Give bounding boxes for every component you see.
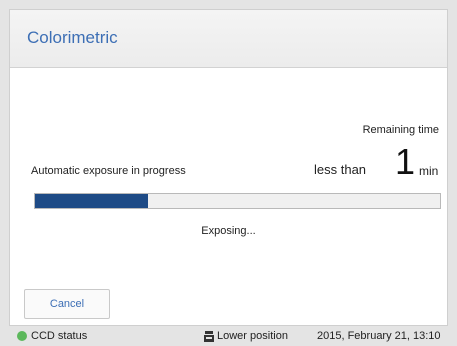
exposure-progress-bar	[34, 193, 441, 209]
title-bar: Colorimetric	[10, 10, 447, 68]
remaining-time-label: Remaining time	[362, 124, 439, 136]
tray-icon	[204, 331, 214, 342]
cancel-button[interactable]: Cancel	[24, 289, 110, 319]
exposure-status-text: Exposing...	[201, 225, 256, 237]
dialog-window: Colorimetric Remaining time Automatic ex…	[9, 9, 448, 326]
ccd-status-indicator-icon	[17, 331, 27, 341]
remaining-time-prefix: less than	[314, 162, 367, 177]
exposure-progress-label: Automatic exposure in progress	[31, 165, 186, 177]
window-title: Colorimetric	[27, 28, 118, 47]
remaining-time-unit: min	[419, 164, 439, 178]
ccd-status-label: CCD status	[31, 330, 88, 342]
datetime-display: 2015, February 21, 13:10	[317, 330, 441, 342]
remaining-time-value: 1	[395, 141, 416, 182]
position-label: Lower position	[217, 330, 288, 342]
status-bar: CCD status Lower position 2015, February…	[0, 326, 457, 346]
exposure-progress-fill	[35, 194, 149, 208]
